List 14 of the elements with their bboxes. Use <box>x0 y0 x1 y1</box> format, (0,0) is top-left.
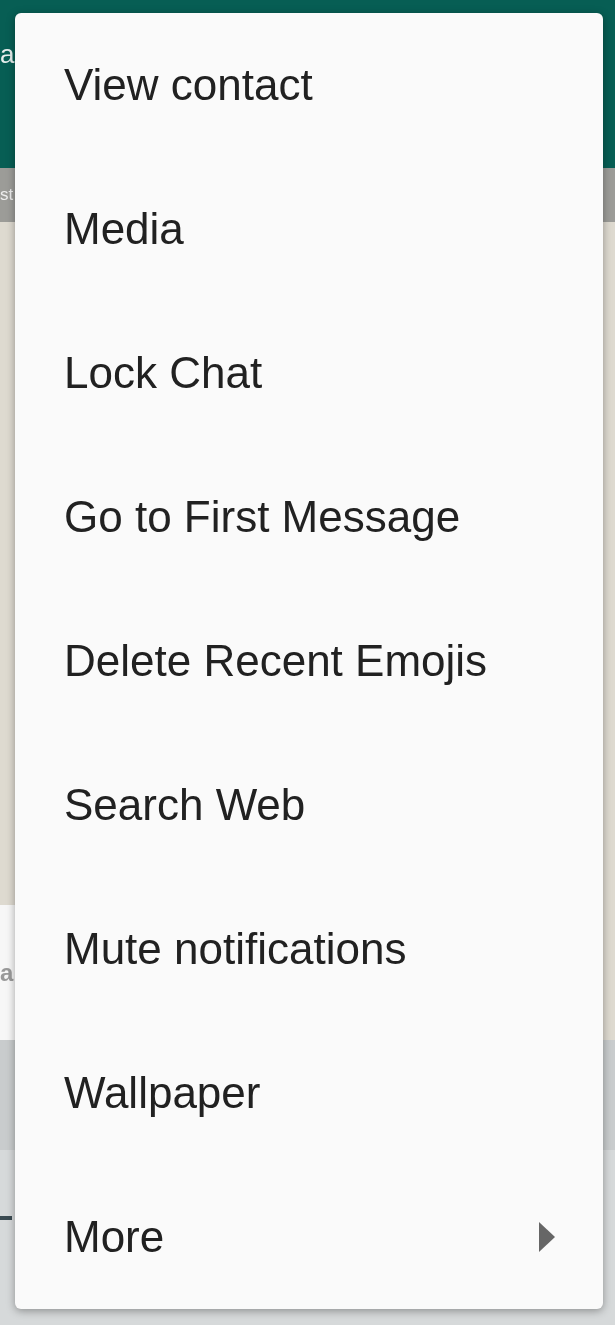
date-label: st <box>0 185 14 205</box>
menu-item[interactable]: Media <box>15 157 603 301</box>
menu-item[interactable]: Search Web <box>15 733 603 877</box>
chat-title: a <box>0 38 15 70</box>
menu-item[interactable]: Go to First Message <box>15 445 603 589</box>
dash-icon <box>0 1215 12 1220</box>
menu-item[interactable]: Mute notifications <box>15 877 603 1021</box>
menu-item[interactable]: View contact <box>15 13 603 157</box>
message-text: a <box>0 958 14 987</box>
menu-item[interactable]: Lock Chat <box>15 301 603 445</box>
menu-item[interactable]: More <box>15 1165 603 1309</box>
submenu-arrow-icon <box>539 1222 555 1252</box>
menu-item[interactable]: Wallpaper <box>15 1021 603 1165</box>
menu-item[interactable]: Delete Recent Emojis <box>15 589 603 733</box>
